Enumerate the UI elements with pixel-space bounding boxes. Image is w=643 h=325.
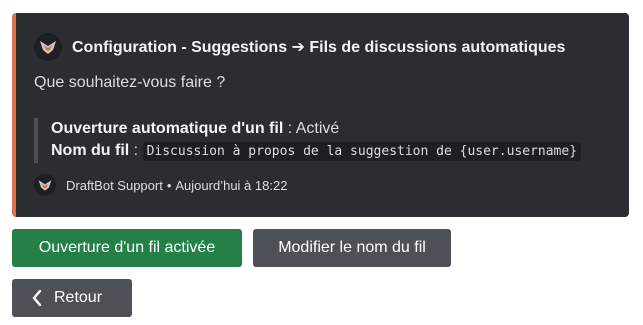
field-separator: : [129,142,143,159]
thread-toggle-label: Ouverture d'un fil activée [38,239,216,256]
rename-thread-button[interactable]: Modifier le nom du fil [253,229,451,267]
rename-thread-label: Modifier le nom du fil [278,239,426,256]
field-label: Ouverture automatique d'un fil [51,120,284,137]
footer-dot: • [166,177,172,193]
thread-name-code: Discussion à propos de la suggestion de … [142,142,582,161]
embed-card: Configuration - Suggestions ➔ Fils de di… [12,13,629,217]
draftbot-logo-icon [34,174,56,196]
embed-description: Que souhaitez-vous faire ? [34,74,226,91]
field-label: Nom du fil [51,142,130,159]
field-auto-open: Ouverture automatique d'un fil : Activé [51,118,581,140]
embed-footer: DraftBot Support • Aujourd’hui à 18:22 [34,174,287,196]
footer-text: DraftBot Support [66,177,163,193]
footer-timestamp: Aujourd’hui à 18:22 [175,177,288,193]
embed-author: Configuration - Suggestions ➔ Fils de di… [34,33,565,61]
field-value: Activé [295,120,340,137]
field-separator: : [283,120,296,137]
embed-title: Configuration - Suggestions ➔ Fils de di… [72,39,566,56]
thread-toggle-button[interactable]: Ouverture d'un fil activée [12,229,242,267]
chevron-left-icon [32,290,42,306]
field-thread-name: Nom du fil : Discussion à propos de la s… [51,140,582,163]
draftbot-logo-icon [34,33,62,61]
settings-quote: Ouverture automatique d'un fil : Activé … [34,118,582,163]
back-label: Retour [54,289,103,306]
back-button[interactable]: Retour [12,279,132,317]
